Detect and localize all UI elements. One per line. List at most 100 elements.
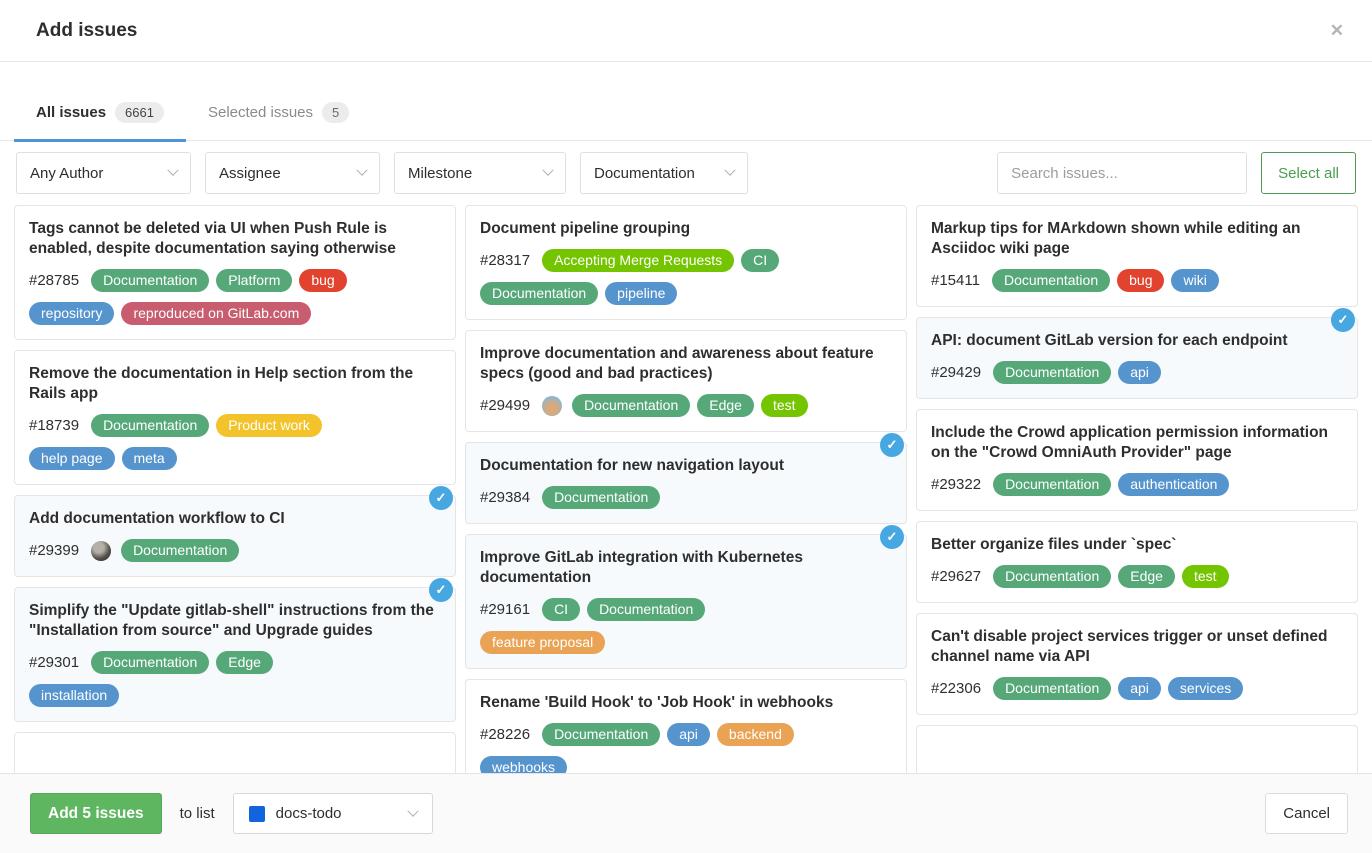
issue-title: Improve GitLab integration with Kubernet… <box>480 548 892 588</box>
issue-title: Improve documentation and awareness abou… <box>480 344 892 384</box>
issue-label: Documentation <box>993 361 1111 384</box>
board-column: Tags cannot be deleted via UI when Push … <box>14 205 456 773</box>
issue-number: #28317 <box>480 252 530 269</box>
issue-label: Documentation <box>993 677 1111 700</box>
issue-card[interactable]: Simplify the "Update gitlab-shell" instr… <box>14 587 456 722</box>
issue-card[interactable]: Remove the documentation in Help section… <box>14 350 456 485</box>
dropdown-value: Documentation <box>594 165 695 182</box>
issue-meta-row: #29399Documentation <box>29 539 441 562</box>
issue-label: webhooks <box>480 756 567 773</box>
issue-number: #29322 <box>931 476 981 493</box>
add-issues-button[interactable]: Add 5 issues <box>30 793 162 834</box>
tab-count-badge: 5 <box>322 102 349 123</box>
issue-meta-row: #28317Accepting Merge RequestsCI <box>480 249 892 272</box>
issue-meta-row: #29499DocumentationEdgetest <box>480 394 892 417</box>
issue-label: Documentation <box>121 539 239 562</box>
issue-label: Documentation <box>587 598 705 621</box>
issue-card[interactable]: Include the Crowd application permission… <box>916 409 1358 511</box>
issue-card[interactable]: Improve GitLab integration with Kubernet… <box>465 534 907 669</box>
issue-card[interactable]: Markup tips for MArkdown shown while edi… <box>916 205 1358 307</box>
issue-label: Edge <box>697 394 754 417</box>
issue-title: Documentation for new navigation layout <box>480 456 892 476</box>
issue-title: Can't disable project services trigger o… <box>931 627 1343 667</box>
issue-card[interactable]: Improve documentation and awareness abou… <box>465 330 907 432</box>
author-filter-dropdown[interactable]: Any Author <box>16 152 191 194</box>
issue-label: pipeline <box>605 282 677 305</box>
issue-label: authentication <box>1118 473 1229 496</box>
assignee-filter-dropdown[interactable]: Assignee <box>205 152 380 194</box>
issue-number: #29384 <box>480 489 530 506</box>
issue-meta-row: #22306Documentationapiservices <box>931 677 1343 700</box>
search-input[interactable] <box>997 152 1247 194</box>
issue-card[interactable] <box>916 725 1358 773</box>
issue-number: #28785 <box>29 272 79 289</box>
issue-meta-row: #29429Documentationapi <box>931 361 1343 384</box>
issue-title: Tags cannot be deleted via UI when Push … <box>29 219 441 259</box>
issue-label: Documentation <box>91 651 209 674</box>
issue-label: Documentation <box>993 565 1111 588</box>
chevron-down-icon <box>167 165 178 176</box>
issue-card[interactable]: Can't disable project services trigger o… <box>916 613 1358 715</box>
issue-label: reproduced on GitLab.com <box>121 302 311 325</box>
select-all-button[interactable]: Select all <box>1261 152 1356 194</box>
issue-meta-row: webhooks <box>480 756 892 773</box>
filters-bar: Any Author Assignee Milestone Documentat… <box>0 141 1372 205</box>
issue-label: api <box>667 723 710 746</box>
milestone-filter-dropdown[interactable]: Milestone <box>394 152 566 194</box>
close-icon[interactable]: ✕ <box>1330 22 1344 39</box>
tab-label: Selected issues <box>208 104 313 121</box>
issue-card[interactable]: Document pipeline grouping#28317Acceptin… <box>465 205 907 320</box>
issue-card[interactable]: Documentation for new navigation layout #… <box>465 442 907 524</box>
chevron-down-icon <box>407 805 418 816</box>
issue-label: Documentation <box>572 394 690 417</box>
issue-card[interactable]: API: document GitLab version for each en… <box>916 317 1358 399</box>
issue-meta-row: #29627DocumentationEdgetest <box>931 565 1343 588</box>
issue-label: Documentation <box>542 486 660 509</box>
avatar <box>542 396 562 416</box>
issue-title: Rename 'Build Hook' to 'Job Hook' in web… <box>480 693 892 713</box>
avatar <box>91 541 111 561</box>
issue-meta-row: #29161CIDocumentation <box>480 598 892 621</box>
dropdown-value: Milestone <box>408 165 472 182</box>
issues-board: Tags cannot be deleted via UI when Push … <box>0 205 1372 773</box>
tab-all-issues[interactable]: All issues 6661 <box>14 102 186 140</box>
issue-label: meta <box>122 447 177 470</box>
tab-bar: All issues 6661 Selected issues 5 <box>0 62 1372 141</box>
issue-label: Product work <box>216 414 322 437</box>
issue-card[interactable] <box>14 732 456 773</box>
issue-meta-row: #29322 Documentation authentication <box>931 473 1343 496</box>
issue-label: repository <box>29 302 114 325</box>
issue-label: Accepting Merge Requests <box>542 249 734 272</box>
issue-number: #29627 <box>931 568 981 585</box>
issue-label: Documentation <box>993 473 1111 496</box>
tab-count-badge: 6661 <box>115 102 164 123</box>
cancel-button[interactable]: Cancel <box>1265 793 1348 834</box>
issue-card[interactable]: Tags cannot be deleted via UI when Push … <box>14 205 456 340</box>
tab-label: All issues <box>36 104 106 121</box>
dropdown-value: Assignee <box>219 165 281 182</box>
label-filter-dropdown[interactable]: Documentation <box>580 152 748 194</box>
issue-title: Better organize files under `spec` <box>931 535 1343 555</box>
issue-title: Simplify the "Update gitlab-shell" instr… <box>29 601 441 641</box>
issue-card[interactable]: Better organize files under `spec` #29627… <box>916 521 1358 603</box>
add-issues-modal: Add issues ✕ All issues 6661 Selected is… <box>0 0 1372 853</box>
list-select-dropdown[interactable]: docs-todo <box>233 793 433 834</box>
issue-label: Documentation <box>992 269 1110 292</box>
issue-label: test <box>761 394 808 417</box>
dropdown-value: Any Author <box>30 165 103 182</box>
issue-meta-row: #28785DocumentationPlatformbug <box>29 269 441 292</box>
list-color-square <box>249 806 265 822</box>
issue-meta-row: #18739DocumentationProduct work <box>29 414 441 437</box>
issue-label: services <box>1168 677 1243 700</box>
issue-number: #18739 <box>29 417 79 434</box>
issue-number: #29301 <box>29 654 79 671</box>
board-column: Document pipeline grouping#28317Acceptin… <box>465 205 907 773</box>
issue-number: #29429 <box>931 364 981 381</box>
issue-meta-row: repository reproduced on GitLab.com <box>29 302 441 325</box>
selected-check-icon: ✓ <box>880 525 904 549</box>
issue-title: Remove the documentation in Help section… <box>29 364 441 404</box>
issue-card[interactable]: Rename 'Build Hook' to 'Job Hook' in web… <box>465 679 907 773</box>
issue-card[interactable]: Add documentation workflow to CI#29399Do… <box>14 495 456 577</box>
issue-meta-row: installation <box>29 684 441 707</box>
tab-selected-issues[interactable]: Selected issues 5 <box>186 102 371 140</box>
